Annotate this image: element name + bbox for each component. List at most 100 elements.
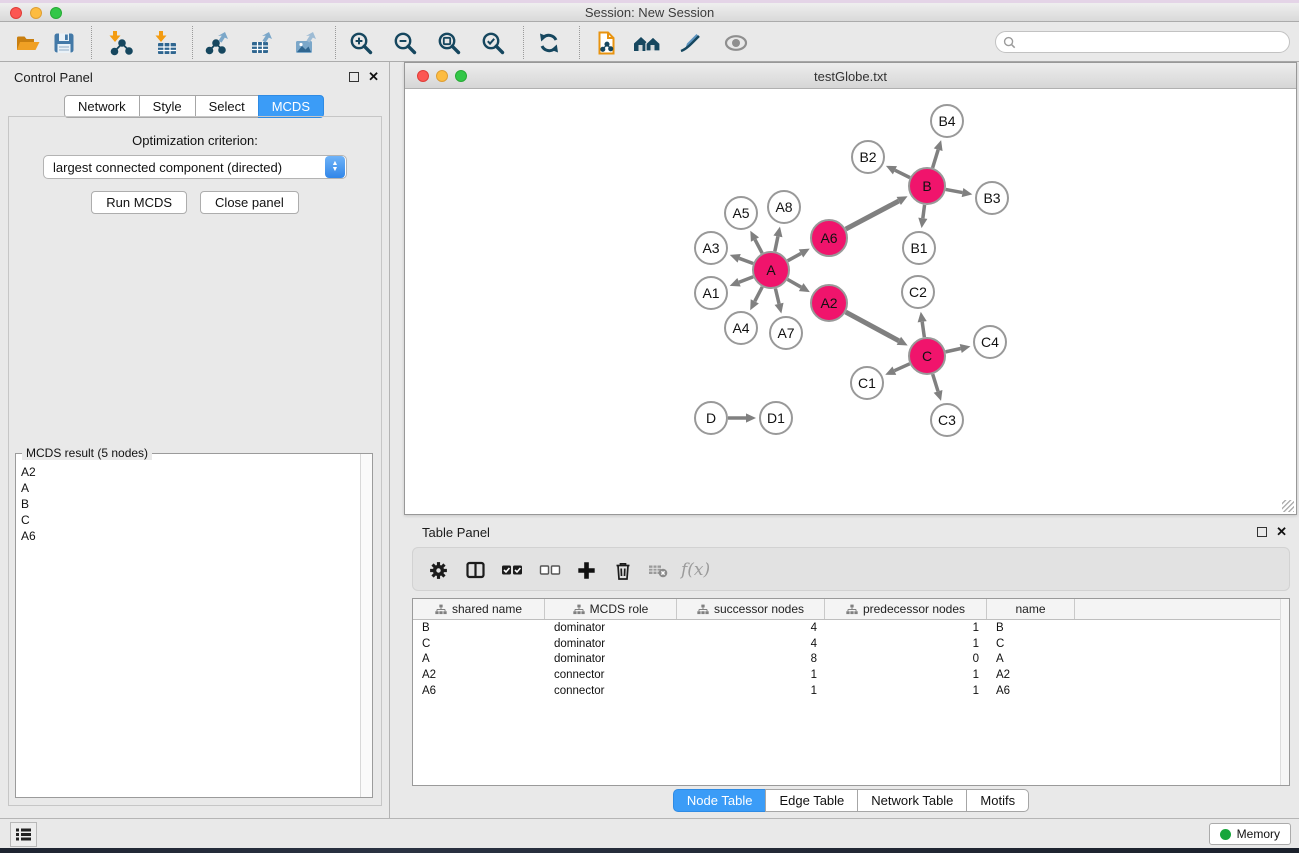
export-image-icon[interactable] xyxy=(288,27,324,59)
toolbar-separator xyxy=(192,26,193,59)
column-header-shared-name[interactable]: shared name xyxy=(413,599,545,619)
table-row[interactable]: A6connector11A6 xyxy=(413,683,1289,699)
result-item[interactable]: A6 xyxy=(21,528,360,544)
graph-edge-B-B4[interactable] xyxy=(933,150,939,168)
graph-edge-A-A4[interactable] xyxy=(755,287,762,301)
table-cell: dominator xyxy=(545,638,677,650)
tab-style[interactable]: Style xyxy=(139,95,196,118)
graph-node-label: C1 xyxy=(858,375,876,391)
tab-network[interactable]: Network xyxy=(64,95,140,118)
table-cell: B xyxy=(413,622,545,634)
task-history-button[interactable] xyxy=(10,822,37,847)
result-item[interactable]: C xyxy=(21,512,360,528)
memory-button[interactable]: Memory xyxy=(1209,823,1291,845)
graph-node-label: C3 xyxy=(938,412,956,428)
open-session-icon[interactable] xyxy=(10,27,46,59)
tab-node-table[interactable]: Node Table xyxy=(673,789,767,812)
network-canvas[interactable]: AA1A3A5A8A4A7A6A2BB2B4B3B1CC2C4C1C3DD1 xyxy=(405,89,1296,514)
export-network-icon[interactable] xyxy=(200,27,236,59)
result-item[interactable]: A xyxy=(21,480,360,496)
graph-edge-A6-B[interactable] xyxy=(846,201,899,229)
import-network-icon[interactable] xyxy=(102,27,138,59)
graph-edge-C-C4[interactable] xyxy=(946,349,961,352)
graph-edge-C-C1[interactable] xyxy=(894,364,909,371)
float-panel-icon[interactable] xyxy=(349,72,359,82)
close-table-panel-icon[interactable]: ✕ xyxy=(1276,527,1287,537)
graph-edge-A-A7[interactable] xyxy=(775,288,779,303)
search-field[interactable] xyxy=(995,31,1290,53)
unselect-all-columns-icon[interactable] xyxy=(537,558,563,582)
column-header-MCDS-role[interactable]: MCDS role xyxy=(545,599,677,619)
criterion-dropdown[interactable]: largest connected component (directed) ▲… xyxy=(43,155,347,179)
tab-edge-table[interactable]: Edge Table xyxy=(765,789,858,812)
function-builder-icon[interactable]: f(x) xyxy=(681,558,710,582)
column-header-predecessor-nodes[interactable]: predecessor nodes xyxy=(825,599,987,619)
graph-edge-B-B1[interactable] xyxy=(923,205,925,218)
save-session-icon[interactable] xyxy=(46,27,82,59)
table-scrollbar[interactable] xyxy=(1280,599,1289,785)
graph-edge-B-B2[interactable] xyxy=(895,170,910,177)
create-column-icon[interactable] xyxy=(573,558,599,582)
show-graphics-details-icon[interactable] xyxy=(718,27,754,59)
main-area: Control Panel ✕ NetworkStyleSelectMCDS O… xyxy=(0,62,1299,818)
graph-edge-C-C2[interactable] xyxy=(922,322,924,337)
refresh-layout-icon[interactable] xyxy=(531,27,567,59)
table-settings-icon[interactable] xyxy=(425,558,451,582)
result-item[interactable]: A2 xyxy=(21,464,360,480)
export-table-icon[interactable] xyxy=(244,27,280,59)
memory-label: Memory xyxy=(1237,827,1280,841)
zoom-in-icon[interactable] xyxy=(343,27,379,59)
float-table-panel-icon[interactable] xyxy=(1257,527,1267,537)
tab-motifs[interactable]: Motifs xyxy=(966,789,1029,812)
resize-grip-icon[interactable] xyxy=(1282,500,1294,512)
delete-table-icon[interactable] xyxy=(645,558,671,582)
shared-column-icon xyxy=(435,604,447,615)
delete-columns-icon[interactable] xyxy=(610,558,636,582)
select-all-columns-icon[interactable] xyxy=(499,558,525,582)
tab-select[interactable]: Select xyxy=(195,95,259,118)
tab-network-table[interactable]: Network Table xyxy=(857,789,967,812)
graph-edge-A-A8[interactable] xyxy=(775,236,778,251)
table-row[interactable]: Adominator80A xyxy=(413,651,1289,667)
table-cell: A2 xyxy=(413,669,545,681)
graph-edge-A-A6[interactable] xyxy=(788,253,801,260)
graph-edge-C-C3[interactable] xyxy=(933,374,938,391)
search-input[interactable] xyxy=(1020,35,1289,49)
column-header-successor-nodes[interactable]: successor nodes xyxy=(677,599,825,619)
table-row[interactable]: A2connector11A2 xyxy=(413,667,1289,683)
network-graph[interactable]: AA1A3A5A8A4A7A6A2BB2B4B3B1CC2C4C1C3DD1 xyxy=(405,89,1296,514)
graph-edge-A-A1[interactable] xyxy=(739,277,753,282)
run-mcds-button[interactable]: Run MCDS xyxy=(91,191,187,214)
graph-node-label: B3 xyxy=(983,190,1000,206)
graph-edge-arrowhead xyxy=(746,413,756,422)
result-scrollbar[interactable] xyxy=(360,454,372,797)
column-header-name[interactable]: name xyxy=(987,599,1075,619)
import-table-icon[interactable] xyxy=(148,27,184,59)
session-titlebar[interactable]: Session: New Session xyxy=(0,3,1299,22)
graph-edge-B-B3[interactable] xyxy=(946,189,963,192)
zoom-fit-icon[interactable] xyxy=(431,27,467,59)
zoom-out-icon[interactable] xyxy=(387,27,423,59)
zoom-selected-icon[interactable] xyxy=(475,27,511,59)
table-row[interactable]: Cdominator41C xyxy=(413,636,1289,652)
graph-edge-A-A2[interactable] xyxy=(788,279,802,287)
mcds-result-list[interactable]: A2ABCA6 xyxy=(16,458,360,797)
table-row[interactable]: Bdominator41B xyxy=(413,620,1289,636)
result-item[interactable]: B xyxy=(21,496,360,512)
graph-edge-A2-C[interactable] xyxy=(846,312,899,341)
network-file-icon[interactable] xyxy=(589,27,625,59)
close-panel-button[interactable]: Close panel xyxy=(200,191,299,214)
shared-column-icon xyxy=(573,604,585,615)
graph-node-label: D xyxy=(706,410,716,426)
home-icon[interactable] xyxy=(629,27,665,59)
toolbar-separator xyxy=(523,26,524,59)
hide-annotations-icon[interactable] xyxy=(672,27,708,59)
split-panel-icon[interactable] xyxy=(462,558,488,582)
graph-edge-A-A3[interactable] xyxy=(739,258,753,263)
list-icon xyxy=(15,827,32,842)
network-view-window: testGlobe.txt AA1A3A5A8A4A7A6A2BB2B4B3B1… xyxy=(404,62,1297,515)
network-window-titlebar[interactable]: testGlobe.txt xyxy=(405,63,1296,89)
graph-edge-A-A5[interactable] xyxy=(755,240,762,254)
close-panel-icon[interactable]: ✕ xyxy=(368,72,379,82)
tab-mcds[interactable]: MCDS xyxy=(258,95,324,118)
